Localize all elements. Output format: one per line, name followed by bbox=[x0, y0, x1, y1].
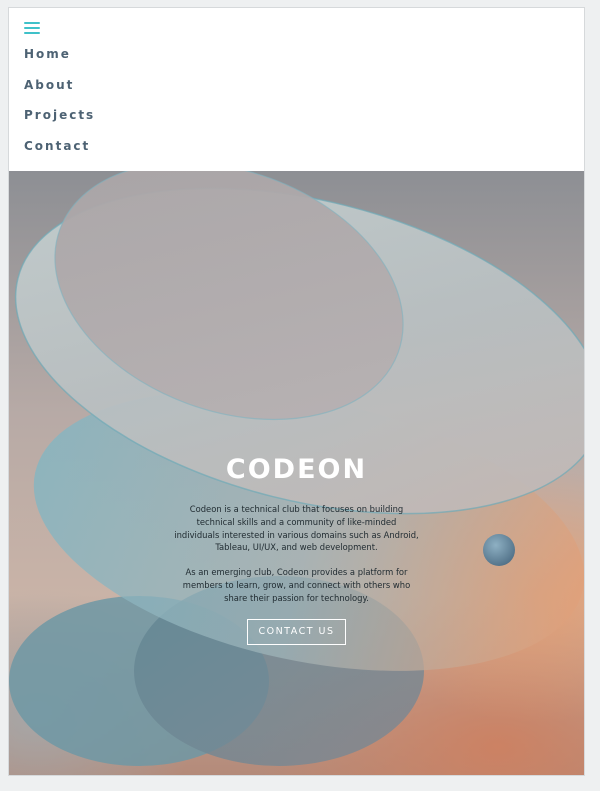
hero-description: Codeon is a technical club that focuses … bbox=[174, 503, 419, 605]
hero-section: CODEON Codeon is a technical club that f… bbox=[9, 171, 584, 775]
hero-title: CODEON bbox=[225, 454, 368, 485]
contact-us-button[interactable]: CONTACT US bbox=[247, 618, 346, 645]
nav-item-about[interactable]: About bbox=[24, 77, 74, 93]
nav-item-contact[interactable]: Contact bbox=[24, 138, 90, 154]
hero-paragraph-2: As an emerging club, Codeon provides a p… bbox=[182, 567, 411, 603]
hero-content: CODEON Codeon is a technical club that f… bbox=[9, 453, 584, 645]
page-frame: Home About Projects Contact CODEON Codeo… bbox=[8, 7, 585, 776]
hamburger-icon[interactable] bbox=[24, 21, 40, 35]
hero-paragraph-1: Codeon is a technical club that focuses … bbox=[174, 504, 419, 553]
navbar: Home About Projects Contact bbox=[9, 8, 584, 171]
nav-item-projects[interactable]: Projects bbox=[24, 107, 95, 123]
nav-menu: Home About Projects Contact bbox=[24, 45, 95, 167]
nav-item-home[interactable]: Home bbox=[24, 46, 71, 62]
